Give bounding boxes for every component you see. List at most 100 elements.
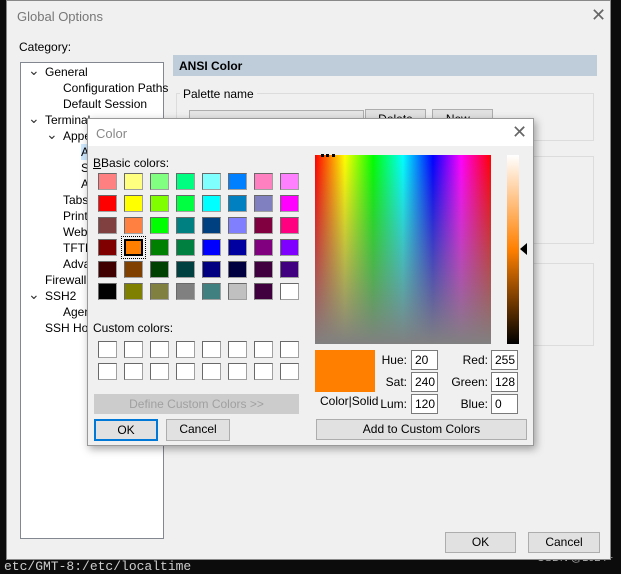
basic-color-swatch[interactable] <box>124 173 143 190</box>
define-custom-colors-button[interactable]: Define Custom Colors >> <box>94 394 299 414</box>
basic-color-swatch[interactable] <box>98 283 117 300</box>
basic-color-swatch[interactable] <box>280 195 299 212</box>
dialog-ok-button[interactable]: OK <box>94 419 158 441</box>
tree-item[interactable]: General <box>45 64 88 80</box>
basic-color-swatch[interactable] <box>228 173 247 190</box>
basic-color-swatch[interactable] <box>150 239 169 256</box>
basic-color-swatch[interactable] <box>254 217 273 234</box>
basic-color-swatch[interactable] <box>280 173 299 190</box>
basic-color-swatch[interactable] <box>98 195 117 212</box>
basic-color-swatch[interactable] <box>98 239 117 256</box>
green-label: Green: <box>451 375 488 389</box>
basic-color-swatch[interactable] <box>280 239 299 256</box>
tree-item[interactable]: Tabs <box>63 192 88 208</box>
basic-color-swatch[interactable] <box>176 283 195 300</box>
chevron-down-icon[interactable]: ⌄ <box>28 287 40 301</box>
basic-color-swatch[interactable] <box>254 173 273 190</box>
basic-color-swatch[interactable] <box>150 261 169 278</box>
basic-color-swatch[interactable] <box>124 195 143 212</box>
tree-item[interactable]: Firewall <box>45 272 86 288</box>
basic-color-swatch[interactable] <box>150 283 169 300</box>
palette-group-label: Palette name <box>180 87 257 101</box>
custom-color-swatch[interactable] <box>98 341 117 358</box>
window-title: Global Options <box>17 9 103 24</box>
basic-color-swatch[interactable] <box>98 217 117 234</box>
basic-color-swatch[interactable] <box>202 173 221 190</box>
basic-color-swatch[interactable] <box>124 217 143 234</box>
basic-color-swatch[interactable] <box>150 217 169 234</box>
basic-color-swatch[interactable] <box>98 261 117 278</box>
basic-color-swatch[interactable] <box>176 239 195 256</box>
add-to-custom-colors-button[interactable]: Add to Custom Colors <box>316 419 527 440</box>
basic-color-swatch[interactable] <box>228 217 247 234</box>
basic-color-swatch[interactable] <box>254 239 273 256</box>
luminance-bar[interactable] <box>507 155 519 344</box>
basic-color-swatch[interactable] <box>280 261 299 278</box>
chevron-down-icon[interactable]: ⌄ <box>28 111 40 125</box>
close-icon[interactable]: ✕ <box>512 122 527 143</box>
blue-label: Blue: <box>460 397 488 411</box>
custom-color-swatch[interactable] <box>280 341 299 358</box>
custom-color-swatch[interactable] <box>98 363 117 380</box>
custom-color-swatch[interactable] <box>254 363 273 380</box>
custom-color-swatch[interactable] <box>254 341 273 358</box>
custom-color-swatch[interactable] <box>228 341 247 358</box>
chevron-down-icon[interactable]: ⌄ <box>28 63 40 77</box>
basic-color-swatch[interactable] <box>280 217 299 234</box>
color-spectrum[interactable] <box>315 154 491 344</box>
dialog-cancel-button[interactable]: Cancel <box>166 419 230 441</box>
custom-color-swatch[interactable] <box>176 363 195 380</box>
basic-color-swatch[interactable] <box>124 261 143 278</box>
tree-item[interactable]: Default Session <box>63 96 147 112</box>
basic-color-swatch[interactable] <box>228 195 247 212</box>
basic-color-swatch[interactable] <box>254 283 273 300</box>
custom-color-swatch[interactable] <box>150 363 169 380</box>
basic-color-swatch[interactable] <box>176 173 195 190</box>
lum-label: Lum: <box>380 397 407 411</box>
basic-color-swatch[interactable] <box>150 195 169 212</box>
custom-color-swatch[interactable] <box>202 341 221 358</box>
basic-color-swatch[interactable] <box>280 283 299 300</box>
luminance-arrow-icon[interactable] <box>520 243 527 255</box>
basic-color-swatch[interactable] <box>202 261 221 278</box>
close-icon[interactable]: ✕ <box>591 5 606 26</box>
blue-input[interactable]: 0 <box>491 394 518 414</box>
green-input[interactable]: 128 <box>491 372 518 392</box>
custom-color-swatch[interactable] <box>280 363 299 380</box>
tree-item[interactable]: SSH2 <box>45 288 76 304</box>
basic-color-swatch[interactable] <box>176 261 195 278</box>
chevron-down-icon[interactable]: ⌄ <box>46 127 58 141</box>
basic-color-swatch[interactable] <box>228 261 247 278</box>
basic-color-swatch[interactable] <box>124 283 143 300</box>
custom-color-swatch[interactable] <box>202 363 221 380</box>
basic-color-swatch[interactable] <box>202 195 221 212</box>
basic-color-swatch[interactable] <box>150 173 169 190</box>
basic-color-swatch[interactable] <box>228 239 247 256</box>
lum-input[interactable]: 120 <box>411 394 438 414</box>
tree-item[interactable]: Configuration Paths <box>63 80 168 96</box>
custom-color-swatch[interactable] <box>228 363 247 380</box>
basic-color-swatch[interactable] <box>202 239 221 256</box>
basic-color-swatch[interactable] <box>228 283 247 300</box>
custom-color-swatch[interactable] <box>124 363 143 380</box>
basic-color-swatch[interactable] <box>98 173 117 190</box>
hue-label: Hue: <box>381 353 407 367</box>
dialog-title: Color <box>96 126 128 141</box>
custom-color-swatch[interactable] <box>124 341 143 358</box>
hue-input[interactable]: 20 <box>411 350 438 370</box>
basic-color-swatch[interactable] <box>202 283 221 300</box>
basic-color-swatch[interactable] <box>121 236 146 259</box>
basic-color-swatch[interactable] <box>254 261 273 278</box>
tree-item[interactable]: Web <box>63 224 87 240</box>
red-input[interactable]: 255 <box>491 350 518 370</box>
ok-button[interactable]: OK <box>445 532 516 553</box>
sat-label: Sat: <box>385 375 407 389</box>
basic-color-swatch[interactable] <box>176 217 195 234</box>
custom-color-swatch[interactable] <box>176 341 195 358</box>
cancel-button[interactable]: Cancel <box>528 532 600 553</box>
basic-color-swatch[interactable] <box>176 195 195 212</box>
basic-color-swatch[interactable] <box>202 217 221 234</box>
basic-color-swatch[interactable] <box>254 195 273 212</box>
sat-input[interactable]: 240 <box>411 372 438 392</box>
custom-color-swatch[interactable] <box>150 341 169 358</box>
